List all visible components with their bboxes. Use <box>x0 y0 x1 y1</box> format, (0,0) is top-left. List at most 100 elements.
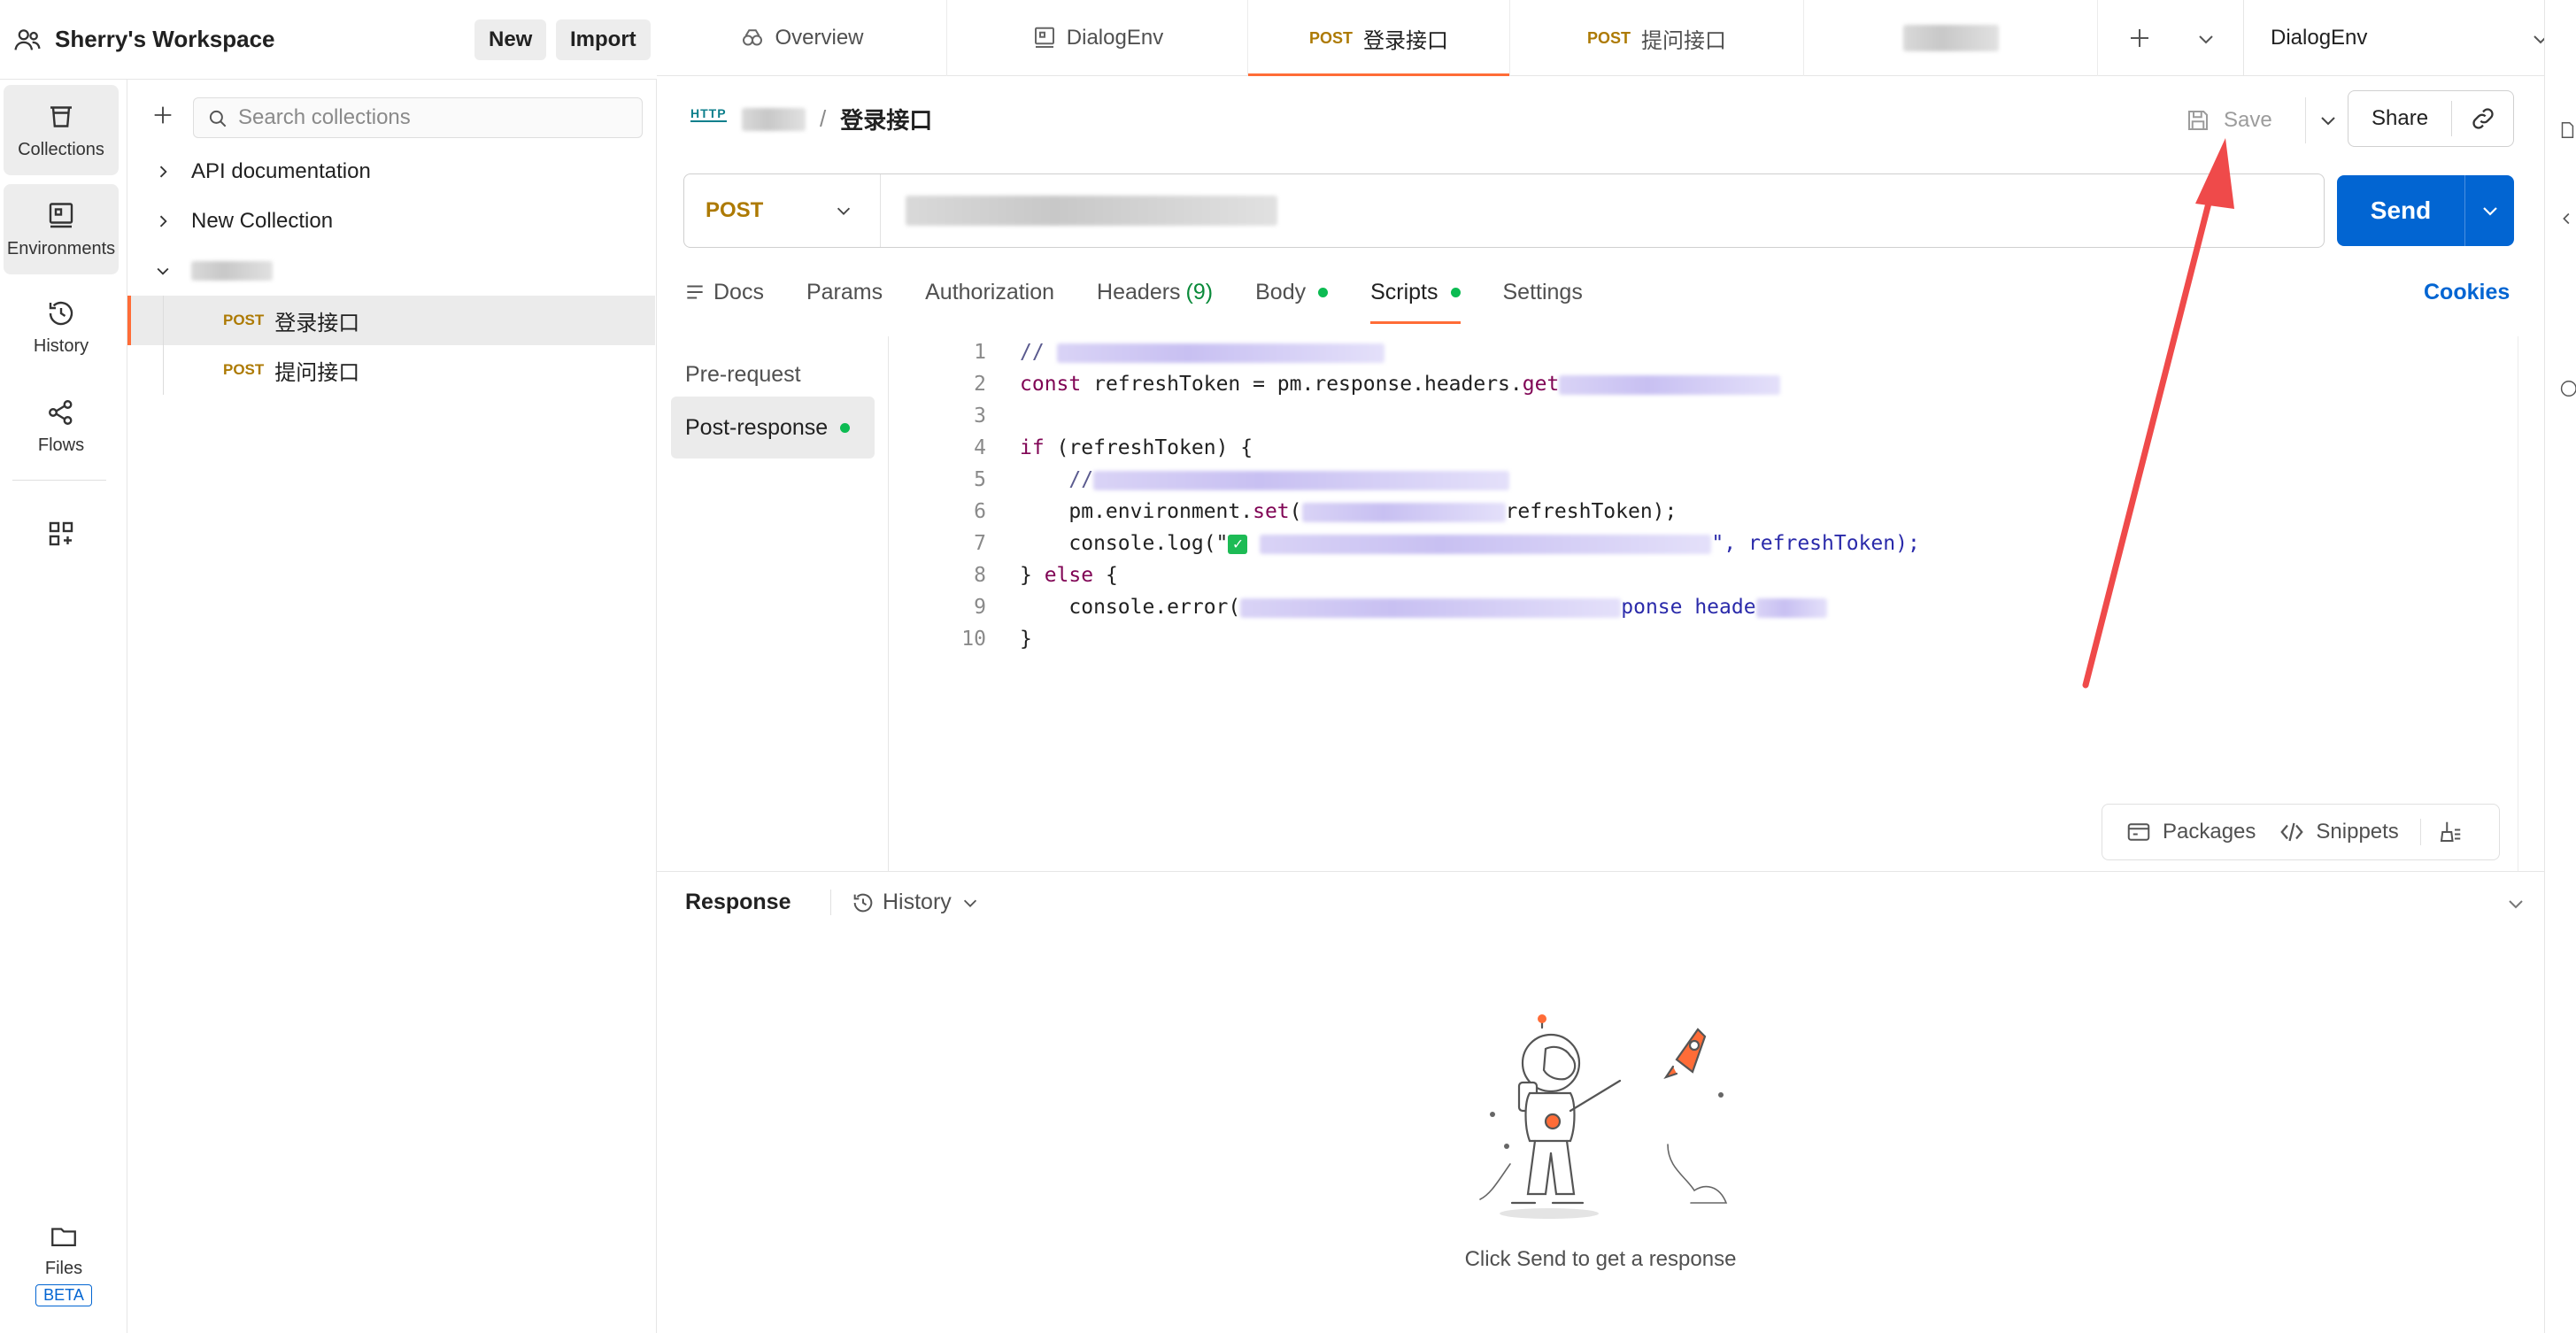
status-dot <box>1318 287 1329 297</box>
postman-app: Sherry's Workspace New Import Collection… <box>0 0 2576 1333</box>
new-button[interactable]: New <box>474 19 547 60</box>
tab-bar: Overview DialogEnv POST 登录接口 POST 提问接口 D… <box>657 0 2576 76</box>
rail-item-collections[interactable]: Collections <box>4 85 119 175</box>
cookies-link[interactable]: Cookies <box>2424 280 2510 305</box>
packages-button[interactable]: Packages <box>2125 819 2256 845</box>
team-icon <box>14 28 41 50</box>
response-history-button[interactable]: History <box>830 890 987 915</box>
code-editor[interactable]: 1 // 2 const refreshToken = pm.response.… <box>889 336 2518 871</box>
snippets-button[interactable]: Snippets <box>2279 819 2399 845</box>
save-button[interactable]: Save <box>2185 97 2272 143</box>
method-select[interactable]: POST <box>684 174 881 247</box>
workspace-header: Sherry's Workspace New Import <box>0 0 657 80</box>
headers-count: (9) <box>1185 279 1214 304</box>
tab-params[interactable]: Params <box>806 266 883 319</box>
rail-item-environments[interactable]: Environments <box>4 184 119 274</box>
search-box[interactable] <box>193 97 643 138</box>
method-tag: POST <box>1586 28 1631 47</box>
import-button[interactable]: Import <box>556 19 651 60</box>
history-icon <box>49 301 73 325</box>
request-item-ask[interactable]: POST 提问接口 <box>127 345 655 395</box>
tab-redacted[interactable] <box>1804 0 2098 76</box>
redacted-code <box>1559 374 1781 395</box>
collection-label: New Collection <box>191 209 334 233</box>
chevron-down-icon <box>2320 117 2335 126</box>
tab-body[interactable]: Body <box>1255 266 1329 319</box>
send-button[interactable]: Send <box>2337 175 2514 246</box>
environment-icon <box>49 202 73 227</box>
tab-label: Scripts <box>1370 279 1438 304</box>
create-collection-button[interactable] <box>145 97 181 133</box>
line-number: 1 <box>974 341 986 364</box>
collapse-response-button[interactable] <box>2505 893 2526 921</box>
save-icon <box>2188 111 2208 130</box>
request-item-login[interactable]: POST 登录接口 <box>127 296 655 395</box>
tab-headers[interactable]: Headers (9) <box>1097 266 1213 319</box>
environment-selector[interactable]: DialogEnv <box>2243 0 2576 76</box>
redacted-code <box>1301 502 1506 522</box>
search-input[interactable] <box>238 105 642 130</box>
request-header: HTTP / 登录接口 Save Share <box>657 76 2542 165</box>
code-token: else <box>1044 564 1094 587</box>
info-icon[interactable] <box>2557 375 2576 402</box>
request-label: 登录接口 <box>274 311 360 335</box>
code-token: { <box>1093 564 1118 587</box>
code-token: console.log(" <box>1020 532 1229 555</box>
tab-ask-request[interactable]: POST 提问接口 <box>1510 0 1804 76</box>
tab-overflow-button[interactable] <box>2195 28 2217 56</box>
code-token: ponse heade <box>1621 596 1756 619</box>
redacted-collection-crumb[interactable] <box>742 107 806 131</box>
rail-label: Flows <box>37 435 85 455</box>
left-rail: Collections Environments History Flows <box>0 80 127 1333</box>
send-label: Send <box>2370 196 2432 224</box>
collection-item-expanded[interactable] <box>127 246 655 296</box>
tab-login-request[interactable]: POST 登录接口 <box>1248 0 1510 76</box>
clear-console-button[interactable] <box>2419 819 2464 845</box>
status-dot <box>1450 287 1461 297</box>
rail-item-add-more[interactable] <box>4 489 119 579</box>
code-token: (refreshToken) { <box>1044 436 1253 459</box>
collection-item[interactable]: API documentation <box>127 147 655 196</box>
package-icon <box>2127 823 2150 841</box>
redacted-collection-name <box>191 261 273 281</box>
tab-dialogenv[interactable]: DialogEnv <box>947 0 1248 76</box>
docs-icon <box>687 285 703 299</box>
collection-item[interactable]: New Collection <box>127 196 655 246</box>
redacted-tab-label <box>1902 25 1999 51</box>
rail-item-history[interactable]: History <box>4 281 119 372</box>
chevron-down-icon <box>157 267 169 275</box>
breadcrumb: / 登录接口 <box>742 103 932 135</box>
rail-item-files[interactable]: Files BETA <box>0 1221 127 1306</box>
url-input[interactable] <box>906 196 1277 232</box>
broom-icon <box>2440 821 2461 842</box>
tab-label: 登录接口 <box>1363 28 1448 53</box>
code-token: } <box>1020 628 1032 651</box>
tab-label: Params <box>806 279 883 304</box>
tab-label: Body <box>1255 279 1307 304</box>
workspace-name[interactable]: Sherry's Workspace <box>55 26 275 53</box>
copy-link-button[interactable] <box>2452 104 2513 133</box>
save-options-button[interactable] <box>2305 97 2349 143</box>
send-options-button[interactable] <box>2464 175 2514 246</box>
packages-label: Packages <box>2163 820 2256 844</box>
post-response-option[interactable]: Post-response <box>671 397 875 458</box>
tab-overview[interactable]: Overview <box>657 0 947 76</box>
rail-item-flows[interactable]: Flows <box>4 381 119 471</box>
add-widgets-icon <box>49 521 73 546</box>
tab-authorization[interactable]: Authorization <box>925 266 1054 319</box>
tab-docs[interactable]: Docs <box>683 266 764 319</box>
code-token: // <box>1020 468 1094 491</box>
document-icon[interactable] <box>2557 117 2576 143</box>
response-title: Response <box>685 890 791 914</box>
chevron-right-icon <box>159 215 167 227</box>
request-name[interactable]: 登录接口 <box>840 103 932 135</box>
tab-settings[interactable]: Settings <box>1503 266 1583 319</box>
redacted-code <box>1755 597 1827 618</box>
redacted-code <box>1240 597 1622 618</box>
share-button[interactable]: Share <box>2348 101 2453 136</box>
code-token: if <box>1020 436 1045 459</box>
code-icon[interactable] <box>2557 205 2576 232</box>
new-tab-button[interactable] <box>2126 25 2153 58</box>
tab-scripts[interactable]: Scripts <box>1370 266 1461 324</box>
environment-name: DialogEnv <box>2271 26 2368 50</box>
